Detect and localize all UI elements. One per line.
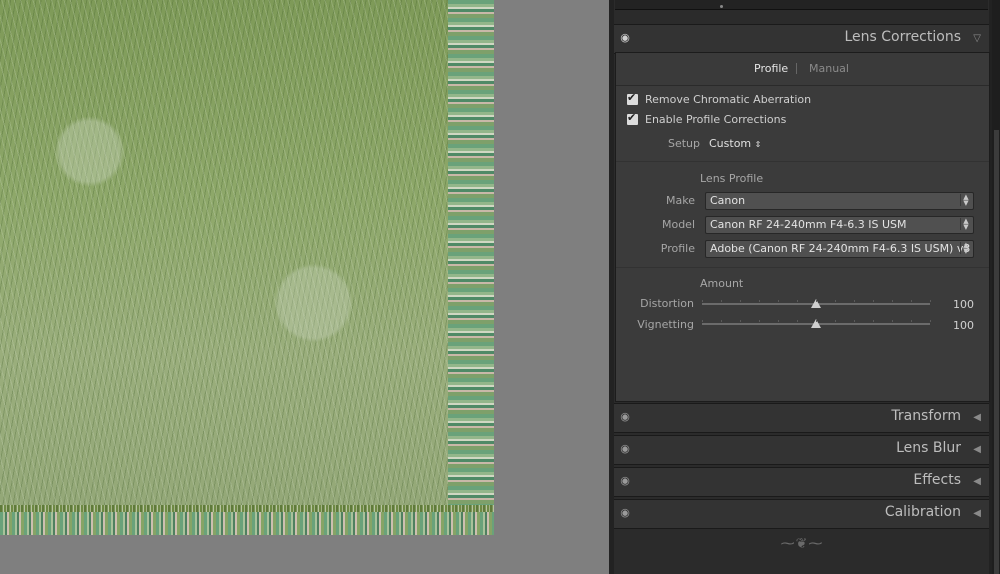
slider-tick xyxy=(702,320,703,322)
slider-tick xyxy=(759,300,760,302)
lens-corrections-tabs: Profile Manual xyxy=(616,53,989,86)
eye-icon[interactable]: ◉ xyxy=(618,411,632,423)
model-value: Canon RF 24-240mm F4-6.3 IS USM xyxy=(710,218,907,231)
image-canvas[interactable] xyxy=(0,0,609,574)
profile-label: Profile xyxy=(660,242,695,255)
lens-blur-title: Lens Blur xyxy=(896,440,961,456)
remove-chromatic-aberration-checkbox[interactable] xyxy=(627,91,638,105)
slider-tick xyxy=(854,320,855,322)
tab-profile[interactable]: Profile xyxy=(754,62,788,75)
slider-tick xyxy=(759,320,760,322)
slider-tick xyxy=(892,300,893,302)
tab-separator xyxy=(796,63,797,74)
panel-end-ornament-icon: ⁓❦⁓ xyxy=(780,536,824,552)
slider-tick xyxy=(930,300,931,302)
previous-panel-bottom xyxy=(615,0,988,10)
select-arrows-icon: ▲ ▼ xyxy=(960,218,971,231)
select-arrows-icon: ▲ ▼ xyxy=(960,242,971,255)
distortion-slider[interactable] xyxy=(702,299,931,308)
slider-tick xyxy=(930,320,931,322)
slider-tick xyxy=(835,320,836,322)
slider-tick xyxy=(911,300,912,302)
setup-dropdown[interactable]: Custom ⇕ xyxy=(709,137,761,150)
slider-tick xyxy=(911,320,912,322)
photo-content xyxy=(0,0,448,505)
remove-chromatic-aberration-label[interactable]: Remove Chromatic Aberration xyxy=(645,93,811,106)
profile-value: Adobe (Canon RF 24-240mm F4-6.3 IS USM) … xyxy=(710,242,971,255)
eye-icon[interactable]: ◉ xyxy=(618,32,632,44)
slider-tick xyxy=(873,300,874,302)
slider-tick xyxy=(854,300,855,302)
lens-blur-header[interactable]: ◉ Lens Blur ◀ xyxy=(614,435,989,465)
lens-corrections-title: Lens Corrections xyxy=(844,29,961,45)
slider-tick xyxy=(873,320,874,322)
distortion-value[interactable]: 100 xyxy=(953,298,974,311)
vignetting-slider[interactable] xyxy=(702,319,931,328)
slider-tick xyxy=(835,300,836,302)
slider-tick xyxy=(816,320,817,322)
slider-tick xyxy=(892,320,893,322)
stretched-edge-bottom xyxy=(0,512,494,535)
model-label: Model xyxy=(661,218,695,231)
photo-preview[interactable] xyxy=(0,0,494,535)
triangle-left-icon[interactable]: ◀ xyxy=(973,508,981,519)
transform-header[interactable]: ◉ Transform ◀ xyxy=(614,403,989,433)
enable-profile-corrections-label[interactable]: Enable Profile Corrections xyxy=(645,113,786,126)
calibration-title: Calibration xyxy=(884,504,961,520)
triangle-left-icon[interactable]: ◀ xyxy=(973,476,981,487)
vignetting-label: Vignetting xyxy=(637,318,694,331)
slider-tick xyxy=(797,320,798,322)
eye-icon[interactable]: ◉ xyxy=(618,475,632,487)
transform-title: Transform xyxy=(891,408,961,424)
slider-tick xyxy=(740,320,741,322)
lens-corrections-header[interactable]: ◉ Lens Corrections ▽ xyxy=(614,24,989,54)
effects-header[interactable]: ◉ Effects ◀ xyxy=(614,467,989,497)
select-arrows-icon: ▲ ▼ xyxy=(960,194,971,207)
triangle-down-icon[interactable]: ▽ xyxy=(973,33,981,44)
profile-select[interactable]: Adobe (Canon RF 24-240mm F4-6.3 IS USM) … xyxy=(705,240,974,258)
distortion-label: Distortion xyxy=(640,297,694,310)
slider-tick xyxy=(721,300,722,302)
slider-tick xyxy=(816,300,817,302)
slider-tick xyxy=(778,300,779,302)
tab-manual[interactable]: Manual xyxy=(809,62,849,75)
slider-tick xyxy=(721,320,722,322)
slider-tick xyxy=(702,300,703,302)
section-divider xyxy=(616,161,989,162)
slider-tick xyxy=(797,300,798,302)
eye-icon[interactable]: ◉ xyxy=(618,507,632,519)
panel-scrollbar-thumb[interactable] xyxy=(994,130,999,574)
triangle-left-icon[interactable]: ◀ xyxy=(973,444,981,455)
amount-heading: Amount xyxy=(700,277,744,290)
setup-label: Setup xyxy=(667,137,700,150)
enable-profile-corrections-checkbox[interactable] xyxy=(627,111,638,125)
make-value: Canon xyxy=(710,194,746,207)
make-label: Make xyxy=(666,194,695,207)
vignetting-value[interactable]: 100 xyxy=(953,319,974,332)
make-select[interactable]: Canon ▲ ▼ xyxy=(705,192,974,210)
model-select[interactable]: Canon RF 24-240mm F4-6.3 IS USM ▲ ▼ xyxy=(705,216,974,234)
lens-corrections-body: Profile Manual Remove Chromatic Aberrati… xyxy=(615,52,990,402)
stretched-edge-right xyxy=(448,0,494,505)
effects-title: Effects xyxy=(913,472,961,488)
calibration-header[interactable]: ◉ Calibration ◀ xyxy=(614,499,989,529)
section-divider xyxy=(616,267,989,268)
up-down-arrows-icon: ⇕ xyxy=(754,140,762,149)
eye-icon[interactable]: ◉ xyxy=(618,443,632,455)
lens-profile-heading: Lens Profile xyxy=(700,172,764,185)
setup-value: Custom xyxy=(709,137,752,150)
triangle-left-icon[interactable]: ◀ xyxy=(973,412,981,423)
slider-tick xyxy=(778,320,779,322)
slider-tick xyxy=(740,300,741,302)
panel-dot xyxy=(720,5,723,8)
